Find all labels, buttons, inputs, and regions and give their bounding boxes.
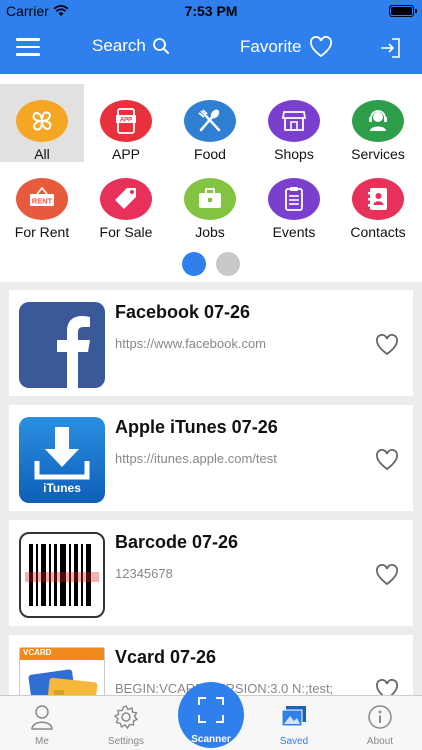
briefcase-icon: [199, 188, 221, 208]
category-circle: [16, 100, 68, 142]
category-label: Services: [351, 146, 405, 162]
heart-icon: [310, 36, 333, 58]
category-food[interactable]: Food: [168, 84, 252, 162]
list-item[interactable]: Barcode 07-26 12345678: [9, 520, 413, 626]
page-dot-2[interactable]: [216, 252, 240, 276]
category-for-sale[interactable]: For Sale: [84, 162, 168, 240]
list-item[interactable]: Facebook 07-26 https://www.facebook.com: [9, 290, 413, 396]
search-label: Search: [92, 36, 146, 55]
category-circle: [184, 178, 236, 220]
category-contacts[interactable]: Contacts: [336, 162, 420, 240]
person-icon: [31, 705, 53, 730]
info-icon: [368, 705, 392, 729]
item-title: Vcard 07-26: [115, 647, 217, 667]
tab-label: About: [366, 736, 394, 747]
heart-icon[interactable]: [375, 334, 399, 356]
tab-me[interactable]: Me: [0, 696, 84, 750]
app-phone-icon: APP: [116, 108, 136, 134]
login-button[interactable]: [378, 36, 402, 65]
facebook-icon: [19, 302, 105, 388]
favorite-label: Favorite: [240, 37, 302, 56]
category-circle: [352, 178, 404, 220]
category-app[interactable]: APP APP: [84, 84, 168, 162]
category-circle: [100, 178, 152, 220]
category-label: All: [34, 146, 50, 162]
item-subtitle: 12345678: [115, 566, 173, 581]
tab-about[interactable]: About: [338, 696, 422, 750]
item-title: Facebook 07-26: [115, 302, 251, 322]
scanner-button[interactable]: Scanner: [178, 682, 244, 748]
battery-icon: [389, 5, 417, 17]
address-book-icon: [368, 188, 387, 210]
tab-label: Saved: [279, 736, 309, 747]
scan-frame-icon: [198, 697, 224, 723]
svg-text:APP: APP: [120, 118, 132, 124]
clover-icon: [32, 111, 52, 131]
photo-stack-icon: [281, 706, 306, 727]
category-label: Contacts: [350, 224, 406, 240]
heart-icon[interactable]: [375, 449, 399, 471]
price-tag-icon: [115, 188, 136, 209]
tab-saved[interactable]: Saved: [252, 696, 336, 750]
category-events[interactable]: Events: [252, 162, 336, 240]
category-label: Shops: [274, 146, 314, 162]
barcode-icon: [19, 532, 105, 618]
category-all[interactable]: All: [0, 84, 84, 162]
itunes-icon: iTunes: [19, 417, 105, 503]
category-label: APP: [111, 146, 140, 162]
heart-icon[interactable]: [375, 564, 399, 586]
tab-label: Scanner: [191, 734, 231, 745]
item-subtitle: BEGIN:VCARD VERSION:3.0 N:;test;: [115, 681, 334, 696]
tab-settings[interactable]: Settings: [84, 696, 168, 750]
category-circle: RENT: [16, 178, 68, 220]
gear-icon: [113, 705, 139, 730]
category-grid: All APP APP Food Shops Services RENT For…: [0, 74, 422, 282]
fork-spoon-icon: [198, 109, 221, 132]
storefront-icon: [281, 111, 307, 131]
tab-label: Settings: [107, 736, 145, 747]
list-item[interactable]: iTunes Apple iTunes 07-26 https://itunes…: [9, 405, 413, 511]
category-for-rent[interactable]: RENT For Rent: [0, 162, 84, 240]
item-title: Apple iTunes 07-26: [115, 417, 278, 437]
category-label: Food: [194, 146, 226, 162]
sign-in-icon: [381, 38, 400, 58]
category-label: Jobs: [195, 224, 225, 240]
category-shops[interactable]: Shops: [252, 84, 336, 162]
category-circle: APP: [100, 100, 152, 142]
page-indicator: [0, 252, 422, 276]
category-services[interactable]: Services: [336, 84, 420, 162]
category-circle: [268, 100, 320, 142]
svg-text:RENT: RENT: [32, 197, 53, 206]
category-label: For Rent: [14, 224, 70, 240]
page-dot-1[interactable]: [182, 252, 206, 276]
nav-bar: Search Favorite: [0, 22, 422, 74]
clipboard-icon: [285, 187, 303, 211]
category-label: Events: [272, 224, 316, 240]
clock: 7:53 PM: [184, 3, 238, 19]
status-bar: Carrier 7:53 PM: [0, 0, 422, 22]
item-title: Barcode 07-26: [115, 532, 239, 552]
thumb-caption: iTunes: [43, 481, 81, 495]
tab-label: Me: [35, 736, 49, 747]
category-circle: [352, 100, 404, 142]
menu-button[interactable]: [16, 38, 40, 58]
category-jobs[interactable]: Jobs: [168, 162, 252, 240]
category-label: For Sale: [99, 224, 153, 240]
rent-sign-icon: RENT: [30, 186, 54, 206]
favorite-button[interactable]: Favorite: [240, 36, 333, 58]
category-circle: [268, 178, 320, 220]
item-subtitle: https://www.facebook.com: [115, 336, 267, 351]
search-button[interactable]: Search: [92, 36, 170, 56]
category-circle: [184, 100, 236, 142]
item-subtitle: https://itunes.apple.com/test: [115, 451, 277, 466]
search-icon: [152, 38, 169, 54]
support-agent-icon: [369, 110, 387, 131]
